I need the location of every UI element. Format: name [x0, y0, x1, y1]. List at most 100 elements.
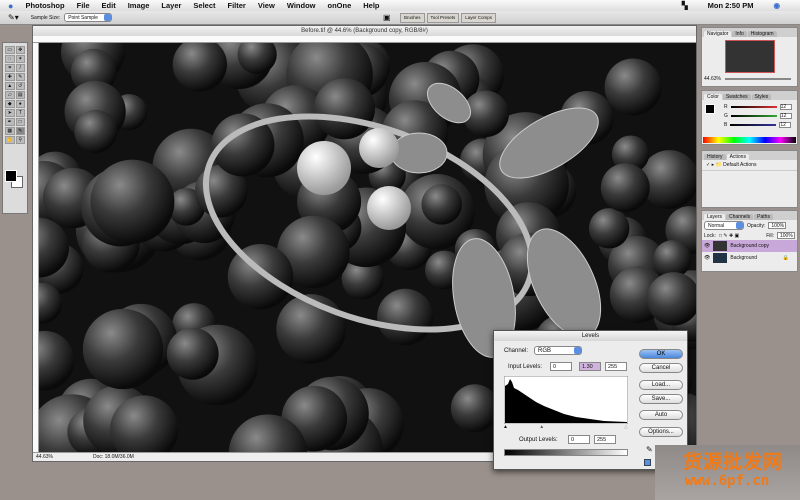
channel-value[interactable]: 12 — [779, 122, 792, 128]
tab-brushes[interactable]: Brushes — [400, 13, 425, 23]
gradient-tool-icon[interactable]: ▤ — [15, 91, 25, 99]
menu-layer[interactable]: Layer — [161, 1, 181, 10]
marquee-tool-icon[interactable]: ▭ — [5, 46, 15, 54]
gamma-slider[interactable]: ▲ — [539, 424, 544, 430]
blend-mode-select[interactable]: Normal — [704, 221, 744, 230]
input-white-field[interactable]: 255 — [605, 362, 627, 371]
shape-tool-icon[interactable]: □ — [15, 118, 25, 126]
channel-select[interactable]: RGB — [534, 346, 582, 355]
load-button[interactable]: Load... — [639, 380, 683, 390]
magic-wand-tool-icon[interactable]: ✶ — [15, 55, 25, 63]
menu-file[interactable]: File — [77, 1, 90, 10]
tab-swatches[interactable]: Swatches — [722, 94, 751, 100]
fill-field[interactable]: 100% — [777, 232, 795, 239]
options-button[interactable]: Options... — [639, 427, 683, 437]
tab-paths[interactable]: Paths — [754, 214, 773, 220]
notes-tool-icon[interactable]: ▦ — [5, 127, 15, 135]
navigator-thumbnail[interactable] — [724, 40, 775, 73]
channel-value[interactable]: 12 — [779, 104, 792, 110]
blueberry — [90, 159, 175, 244]
white-point-slider[interactable]: △ — [624, 424, 628, 430]
blur-tool-icon[interactable]: ◆ — [5, 100, 15, 108]
tab-history[interactable]: History — [704, 154, 726, 160]
layer-name: Background — [730, 255, 758, 261]
binoculars-icon[interactable]: ▚ — [682, 1, 688, 10]
eye-icon[interactable]: 👁 — [704, 255, 710, 261]
action-set-item[interactable]: ✓ ▸ 📁 Default Actions — [702, 160, 797, 171]
menu-edit[interactable]: Edit — [102, 1, 116, 10]
channel-slider[interactable] — [730, 106, 777, 108]
path-select-tool-icon[interactable]: ➤ — [5, 109, 15, 117]
color-channel-b[interactable]: B 12 — [724, 122, 792, 128]
input-black-field[interactable]: 0 — [550, 362, 572, 371]
tab-styles[interactable]: Styles — [751, 94, 772, 100]
menu-image[interactable]: Image — [128, 1, 150, 10]
menu-view[interactable]: View — [258, 1, 275, 10]
dodge-tool-icon[interactable]: ● — [15, 100, 25, 108]
tab-navigator[interactable]: Navigator — [704, 31, 732, 37]
navigator-zoom-slider[interactable] — [724, 78, 791, 80]
eyedropper-icon[interactable]: ✎ — [646, 445, 653, 454]
opacity-field[interactable]: 100% — [768, 222, 787, 229]
menu-select[interactable]: Select — [193, 1, 215, 10]
tab-channels[interactable]: Channels — [726, 214, 754, 220]
save-button[interactable]: Save... — [639, 394, 683, 404]
color-spectrum-bar[interactable] — [703, 137, 796, 143]
lock-icons[interactable]: □ ✎ ✚ ▣ — [719, 233, 739, 239]
tab-histogram[interactable]: Histogram — [747, 31, 777, 37]
layer-row[interactable]: 👁 Background copy — [702, 240, 797, 252]
sample-size-select[interactable]: Point Sample — [64, 13, 113, 22]
menu-help[interactable]: Help — [363, 1, 379, 10]
spotlight-icon[interactable]: ◉ — [773, 1, 780, 10]
eraser-tool-icon[interactable]: ▱ — [5, 91, 15, 99]
channel-slider[interactable] — [730, 115, 777, 117]
menu-app[interactable]: Photoshop — [25, 1, 64, 10]
cancel-button[interactable]: Cancel — [639, 363, 683, 373]
pen-tool-icon[interactable]: ✒ — [5, 118, 15, 126]
healing-tool-icon[interactable]: ✚ — [5, 73, 15, 81]
tab-info[interactable]: Info — [732, 31, 747, 37]
apple-icon[interactable]: ● — [8, 1, 13, 11]
zoom-tool-icon[interactable]: ⚲ — [15, 136, 25, 144]
channel-slider[interactable] — [730, 124, 777, 126]
menu-filter[interactable]: Filter — [228, 1, 246, 10]
auto-button[interactable]: Auto — [639, 410, 683, 420]
channel-label: R — [724, 104, 728, 110]
menu-onone[interactable]: onOne — [328, 1, 352, 10]
tab-actions[interactable]: Actions — [726, 154, 749, 160]
preview-checkbox[interactable] — [644, 459, 651, 466]
color-channel-r[interactable]: R 12 — [724, 104, 792, 110]
channel-value[interactable]: 12 — [779, 113, 792, 119]
tab-tool-presets[interactable]: Tool Presets — [426, 13, 460, 23]
zoom-level[interactable]: 44.63% — [36, 454, 53, 460]
stamp-tool-icon[interactable]: ▲ — [5, 82, 15, 90]
black-point-slider[interactable]: ▲ — [503, 424, 508, 430]
eye-icon[interactable]: 👁 — [704, 243, 710, 249]
color-channel-g[interactable]: G 12 — [724, 113, 792, 119]
tab-color[interactable]: Color — [704, 94, 722, 100]
brush-tool-icon[interactable]: ✎ — [15, 73, 25, 81]
tab-layer-comps[interactable]: Layer Comps — [461, 13, 497, 23]
slice-tool-icon[interactable]: / — [15, 64, 25, 72]
palette-well: Brushes Tool Presets Layer Comps — [400, 13, 497, 23]
eyedropper-tool-icon[interactable]: ✎ — [15, 127, 25, 135]
crop-tool-icon[interactable]: ⌗ — [5, 64, 15, 72]
input-gamma-field[interactable]: 1.30 — [579, 362, 601, 371]
output-black-field[interactable]: 0 — [568, 435, 590, 444]
history-brush-icon[interactable]: ↺ — [15, 82, 25, 90]
lasso-tool-icon[interactable]: ◌ — [5, 55, 15, 63]
clock[interactable]: Mon 2:50 PM — [708, 1, 754, 10]
navigator-zoom[interactable]: 44.63% — [704, 76, 721, 82]
ok-button[interactable]: OK — [639, 349, 683, 359]
type-tool-icon[interactable]: T — [15, 109, 25, 117]
foreground-color-swatch[interactable] — [5, 170, 17, 182]
color-fg-swatch[interactable] — [705, 104, 715, 114]
menu-window[interactable]: Window — [287, 1, 316, 10]
tab-layers[interactable]: Layers — [704, 214, 726, 220]
hand-tool-icon[interactable]: ✋ — [5, 136, 15, 144]
palette-well-icon[interactable]: ▣ — [383, 13, 391, 22]
eyedropper-tool-icon[interactable]: ✎▾ — [8, 13, 19, 22]
move-tool-icon[interactable]: ✥ — [15, 46, 25, 54]
layer-row[interactable]: 👁 Background 🔒 — [702, 252, 797, 264]
output-white-field[interactable]: 255 — [594, 435, 616, 444]
